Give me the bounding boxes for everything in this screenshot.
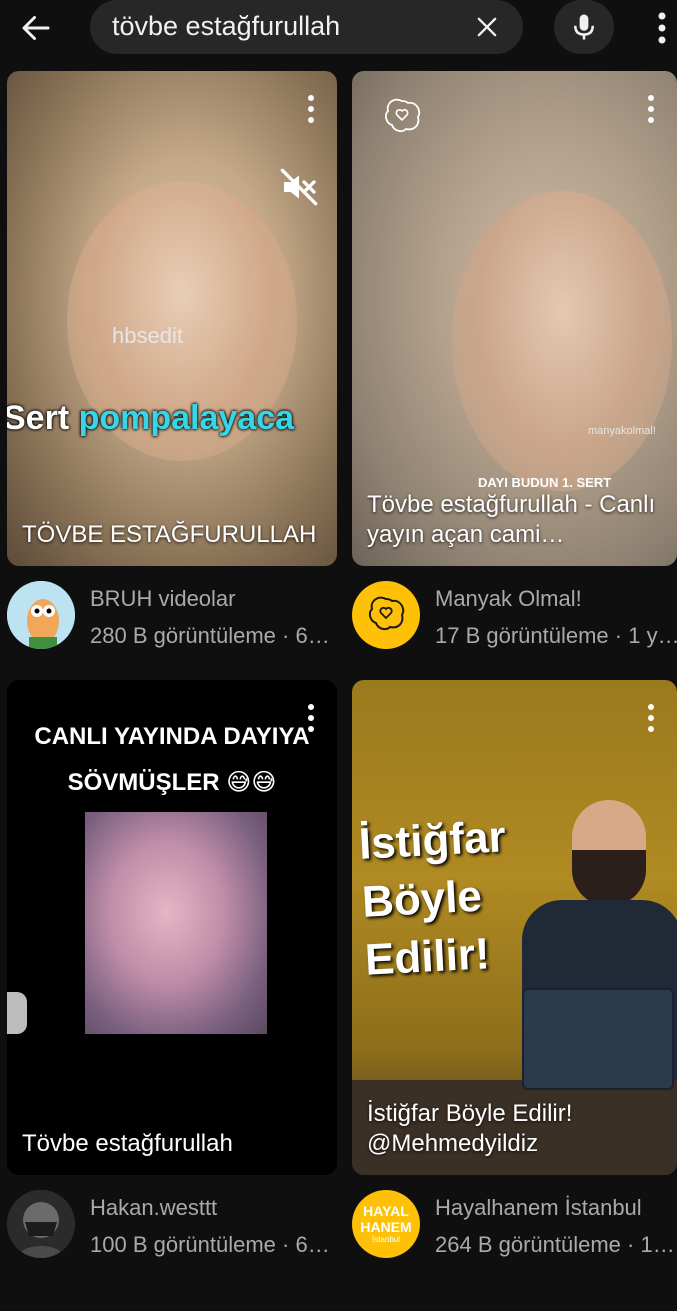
caption-line-2: SÖVMÜŞLER 😅😅 [67, 769, 277, 796]
avatar-logo-line-1: HAYAL [363, 1203, 409, 1219]
thumbnail-face [452, 191, 672, 491]
thumbnail-watermark: manyakolmal! [588, 425, 656, 437]
video-menu-button[interactable] [639, 89, 663, 129]
video-thumbnail[interactable]: manyakolmal! DAYI BUDUN 1. SERT Tövbe es… [352, 71, 677, 566]
video-card[interactable]: manyakolmal! DAYI BUDUN 1. SERT Tövbe es… [352, 71, 677, 651]
view-count: 17 B görüntüleme · 1 yıl önce [435, 623, 677, 648]
more-vertical-icon [658, 12, 666, 44]
view-count: 280 B görüntüleme · 6 ay önce [90, 623, 335, 648]
volume-off-icon [280, 168, 318, 206]
avatar-logo-line-3: İstanbul [371, 1235, 401, 1244]
back-button[interactable] [12, 4, 60, 52]
video-title: Tövbe estağfurullah [22, 1130, 233, 1157]
search-query-text: tövbe estağfurullah [112, 11, 341, 41]
caption-part-1: Sert [7, 399, 70, 437]
video-title: TÖVBE ESTAĞFURULLAH [22, 521, 317, 548]
thumbnail-caption: CANLI YAYINDA DAYIYA SÖVMÜŞLER 😅😅 [7, 714, 337, 806]
voice-search-button[interactable] [554, 0, 614, 54]
caption-line-2: Böyle [360, 871, 484, 927]
channel-avatar[interactable]: HAYAL HANEM İstanbul [352, 1190, 420, 1258]
arrow-left-icon [22, 16, 50, 40]
caption-line-1: İstiğfar [357, 812, 507, 869]
side-figure [7, 992, 27, 1034]
channel-name[interactable]: BRUH videolar [90, 586, 236, 612]
video-title: Tövbe estağfurullah - Canlı yayın açan c… [367, 491, 656, 548]
tablet [522, 988, 674, 1090]
thumbnail-caption: DAYI BUDUN 1. SERT [478, 475, 612, 490]
mute-button[interactable] [279, 167, 319, 207]
more-options-button[interactable] [640, 4, 677, 52]
top-bar: tövbe estağfurullah [0, 0, 677, 60]
video-menu-button[interactable] [299, 698, 323, 738]
video-menu-button[interactable] [299, 89, 323, 129]
video-title: İstiğfar Böyle Edilir! @Mehmedyildiz [367, 1100, 573, 1157]
avatar-logo-line-2: HANEM [360, 1219, 412, 1235]
more-vertical-icon [308, 95, 314, 123]
video-card[interactable]: İstiğfar Böyle Edilir! İstiğfar Böyle Ed… [352, 680, 677, 1260]
video-card[interactable]: CANLI YAYINDA DAYIYA SÖVMÜŞLER 😅😅 Tövbe … [7, 680, 337, 1260]
caption-line-1: CANLI YAYINDA DAYIYA [34, 723, 310, 750]
more-vertical-icon [648, 95, 654, 123]
inner-video-frame [85, 812, 267, 1034]
more-vertical-icon [648, 704, 654, 732]
video-thumbnail[interactable]: CANLI YAYINDA DAYIYA SÖVMÜŞLER 😅😅 Tövbe … [7, 680, 337, 1175]
channel-name[interactable]: Hayalhanem İstanbul [435, 1195, 642, 1221]
channel-avatar[interactable] [352, 581, 420, 649]
masked-person-avatar-icon [7, 1190, 75, 1258]
view-count: 264 B görüntüleme · 1 yıl önce [435, 1232, 677, 1257]
video-thumbnail[interactable]: İstiğfar Böyle Edilir! İstiğfar Böyle Ed… [352, 680, 677, 1175]
channel-avatar[interactable] [7, 1190, 75, 1258]
thumbnail-caption: Sert pompalayaca [7, 399, 294, 438]
microphone-icon [574, 14, 594, 40]
video-menu-button[interactable] [639, 698, 663, 738]
caption-part-2: pompalayaca [78, 399, 295, 437]
more-vertical-icon [308, 704, 314, 732]
clear-search-button[interactable] [465, 5, 509, 49]
video-thumbnail[interactable]: hbsedit Sert pompalayaca TÖVBE ESTAĞFURU… [7, 71, 337, 566]
caption-line-3: Edilir! [363, 929, 491, 985]
thumbnail-caption: İstiğfar Böyle Edilir! [358, 808, 514, 989]
brain-heart-icon [385, 98, 421, 132]
video-card[interactable]: hbsedit Sert pompalayaca TÖVBE ESTAĞFURU… [7, 71, 337, 651]
channel-name[interactable]: Manyak Olmal! [435, 586, 582, 612]
channel-avatar[interactable] [7, 581, 75, 649]
close-icon [477, 17, 497, 37]
search-input[interactable]: tövbe estağfurullah [90, 0, 523, 54]
channel-name[interactable]: Hakan.westtt [90, 1195, 217, 1221]
view-count: 100 B görüntüleme · 6 ay önce [90, 1232, 335, 1257]
brain-heart-icon [368, 596, 405, 631]
cartoon-avatar-icon [7, 581, 75, 649]
thumbnail-watermark: hbsedit [112, 323, 183, 348]
